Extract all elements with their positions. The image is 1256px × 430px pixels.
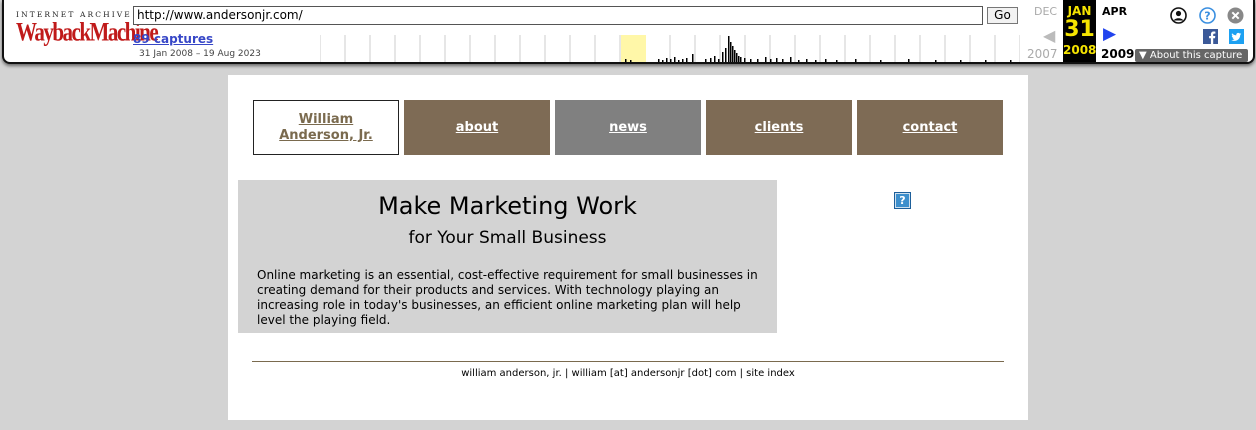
- sparkline-capture-bar: [682, 59, 684, 62]
- sparkline-capture-bar: [730, 42, 732, 62]
- nav-link-contact[interactable]: contact: [903, 120, 958, 135]
- hero-subtitle: for Your Small Business: [408, 228, 607, 248]
- current-day: 31: [1064, 17, 1095, 42]
- facebook-icon[interactable]: [1203, 29, 1218, 44]
- sparkline-capture-bar: [782, 59, 784, 62]
- archived-page: William Anderson, Jr. about news clients…: [228, 75, 1028, 420]
- next-capture-arrow-icon[interactable]: ▶: [1103, 24, 1116, 44]
- nav-item-news[interactable]: news: [555, 100, 701, 155]
- sparkline-capture-bar: [692, 54, 694, 62]
- dropdown-triangle-icon: ▼: [1139, 50, 1147, 61]
- nav-link-clients[interactable]: clients: [755, 120, 804, 135]
- sparkline-capture-bar: [935, 60, 937, 62]
- prev-year-label[interactable]: 2007: [1027, 47, 1058, 61]
- nav-home-box: William Anderson, Jr.: [253, 100, 399, 155]
- sparkline-capture-bar: [674, 57, 676, 62]
- sparkline-capture-bar: [718, 59, 720, 62]
- sparkline-capture-bar: [757, 59, 759, 62]
- about-capture-label: About this capture: [1149, 50, 1243, 61]
- sparkline-capture-bar: [740, 57, 742, 62]
- logo-main-text: WaybackMachine: [16, 16, 159, 47]
- nav-item-about[interactable]: about: [404, 100, 550, 155]
- nav-home-line1: William: [298, 111, 354, 127]
- sparkline-capture-bar: [714, 56, 716, 62]
- hero-panel: Make Marketing Work for Your Small Busin…: [238, 180, 777, 333]
- captures-link[interactable]: 89 captures: [133, 32, 213, 46]
- sparkline-capture-bar: [738, 56, 740, 62]
- prev-month-label[interactable]: DEC: [1034, 5, 1057, 18]
- nav-item-contact[interactable]: contact: [857, 100, 1003, 155]
- sparkline-capture-bar: [625, 59, 627, 62]
- sparkline-capture-bar: [825, 59, 827, 62]
- nav-home-line2: Anderson, Jr.: [279, 127, 373, 143]
- sparkline-capture-bar: [750, 59, 752, 62]
- sparkline-capture-bar: [985, 60, 987, 62]
- next-year-label[interactable]: 2009: [1101, 47, 1134, 61]
- sparkline-capture-bar: [670, 59, 672, 62]
- sparkline-capture-bar: [728, 36, 730, 62]
- sparkline-capture-bar: [790, 57, 792, 62]
- sparkline-capture-bar: [880, 60, 882, 62]
- wayback-logo[interactable]: INTERNET ARCHIVE WaybackMachine: [16, 10, 159, 45]
- missing-plugin-icon[interactable]: ?: [894, 192, 911, 209]
- nav-home-link[interactable]: William Anderson, Jr.: [279, 112, 373, 144]
- sparkline-capture-bar: [836, 60, 838, 62]
- sparkline-capture-bar: [666, 58, 668, 62]
- nav-link-about[interactable]: about: [456, 120, 498, 135]
- sparkline-capture-bar: [686, 58, 688, 62]
- go-button[interactable]: Go: [987, 7, 1018, 24]
- hero-title: Make Marketing Work: [378, 192, 637, 220]
- sparkline-capture-bar: [744, 58, 746, 62]
- user-icon[interactable]: [1170, 7, 1187, 24]
- sparkline-capture-bar: [798, 60, 800, 62]
- sparkline-capture-bar: [765, 57, 767, 62]
- current-month: JAN: [1067, 4, 1092, 18]
- about-capture-dropdown[interactable]: ▼ About this capture: [1135, 49, 1248, 62]
- sparkline-capture-bar: [662, 60, 664, 62]
- sparkline-capture-bar: [736, 53, 738, 62]
- nav-link-news[interactable]: news: [609, 120, 647, 135]
- sparkline-capture-bar: [630, 60, 632, 62]
- current-year: 2008: [1063, 43, 1097, 57]
- prev-capture-arrow-icon[interactable]: ◀: [1043, 26, 1055, 45]
- sparkline-capture-bar: [960, 60, 962, 62]
- hero-body-text: Online marketing is an essential, cost-e…: [257, 268, 758, 327]
- capture-sparkline[interactable]: [320, 35, 1020, 62]
- twitter-icon[interactable]: [1229, 29, 1244, 44]
- svg-text:?: ?: [1204, 10, 1210, 23]
- sparkline-capture-bar: [806, 59, 808, 62]
- sparkline-current-year: [621, 35, 646, 62]
- current-capture-date: JAN 31 2008: [1063, 0, 1096, 62]
- next-month-label[interactable]: APR: [1102, 5, 1127, 18]
- footer-divider: [252, 361, 1004, 362]
- sparkline-capture-bar: [1010, 60, 1012, 62]
- sparkline-capture-bar: [658, 59, 660, 62]
- sparkline-capture-bar: [770, 59, 772, 62]
- close-icon[interactable]: [1227, 7, 1244, 24]
- sparkline-capture-bar: [734, 50, 736, 62]
- footer-text: william anderson, jr. | william [at] and…: [461, 368, 795, 379]
- sparkline-capture-bar: [732, 46, 734, 62]
- url-input[interactable]: [133, 6, 983, 25]
- sparkline-capture-bar: [815, 60, 817, 62]
- sparkline-capture-bar: [855, 59, 857, 62]
- sparkline-capture-bar: [725, 48, 727, 62]
- help-circle-icon[interactable]: ?: [1199, 7, 1216, 24]
- capture-date-range: 31 Jan 2008 – 19 Aug 2023: [139, 49, 261, 59]
- sparkline-capture-bar: [705, 59, 707, 62]
- sparkline-capture-bar: [722, 52, 724, 62]
- wayback-toolbar: INTERNET ARCHIVE WaybackMachine Go 89 ca…: [2, 0, 1255, 64]
- nav-item-clients[interactable]: clients: [706, 100, 852, 155]
- sparkline-capture-bar: [776, 58, 778, 62]
- sparkline-capture-bar: [678, 60, 680, 62]
- sparkline-capture-bar: [710, 58, 712, 62]
- sparkline-capture-bar: [908, 59, 910, 62]
